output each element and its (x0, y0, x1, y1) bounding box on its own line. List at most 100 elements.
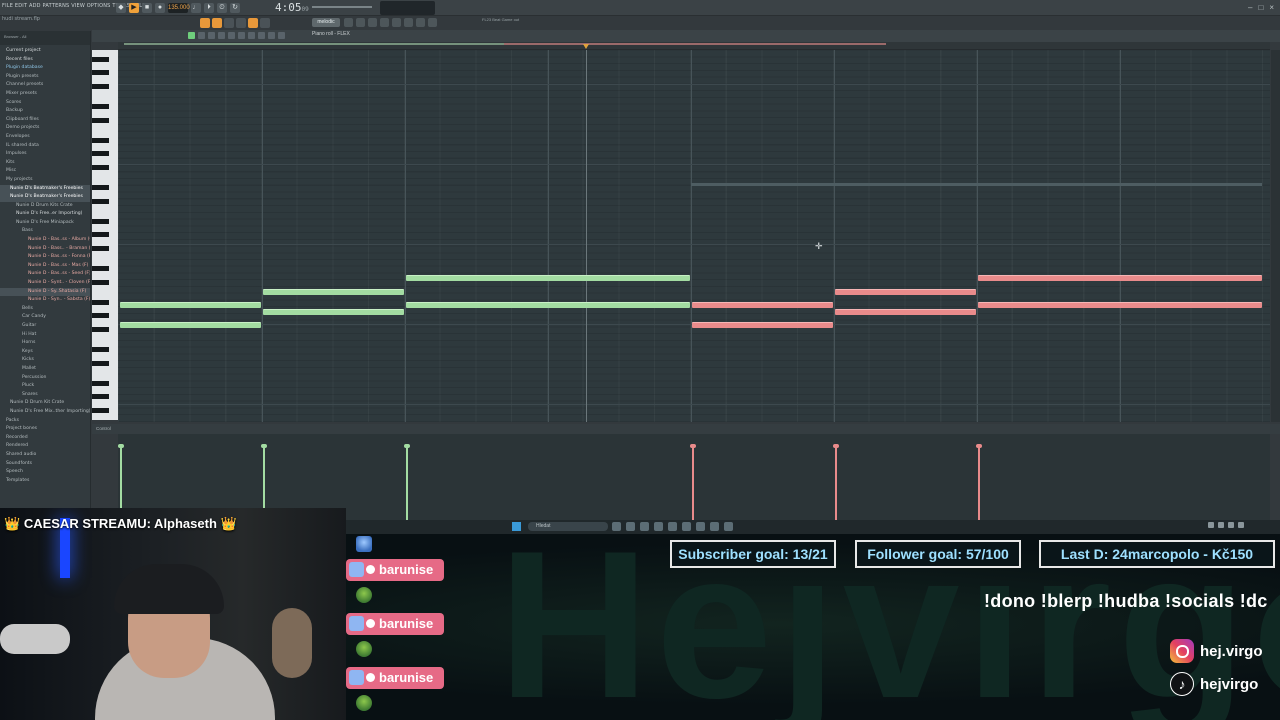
browser-item[interactable]: Misc (0, 167, 90, 176)
slice-icon[interactable] (260, 17, 270, 28)
note-green[interactable] (406, 275, 690, 281)
note-green[interactable] (120, 322, 261, 328)
browser-item[interactable]: Nunie D - Bas..ss - Seed (F) (0, 270, 90, 279)
black-key[interactable] (92, 347, 109, 352)
black-key[interactable] (92, 164, 109, 170)
note-red[interactable] (835, 309, 976, 315)
browser-item[interactable]: Nunie D - Synt.. - Cloven (F) (0, 279, 90, 288)
piano-keyboard[interactable] (92, 50, 118, 420)
browser-item[interactable]: Nunie D's Beatmaker's Freebies (0, 184, 90, 194)
delete-icon[interactable] (236, 17, 246, 28)
record-button[interactable]: ● (155, 3, 165, 13)
note-red[interactable] (692, 322, 833, 328)
note-red[interactable] (835, 289, 976, 295)
loop-record-icon[interactable]: ↻ (230, 3, 240, 13)
browser-item[interactable]: Nunie D - Syn.. - Sabsta (F) (0, 296, 90, 305)
play-button[interactable]: ▶ (129, 3, 139, 13)
browser-item[interactable]: Project bones (0, 425, 90, 434)
black-key[interactable] (92, 313, 109, 319)
black-key[interactable] (92, 137, 109, 143)
browser-item[interactable]: Nunie D's Free..er Importing) (0, 210, 90, 219)
browser-item[interactable]: Shared audio (0, 451, 90, 460)
browser-item[interactable]: Snares (0, 391, 90, 400)
mixer-icon[interactable] (380, 18, 389, 27)
browser-item[interactable]: Plugin presets (0, 73, 90, 82)
browser-item[interactable]: Horns (0, 339, 90, 348)
note-grid[interactable]: ✛ (118, 50, 1270, 422)
note-green[interactable] (263, 289, 404, 295)
browser-item[interactable]: Kits (0, 159, 90, 168)
pr-magnet-icon[interactable] (198, 32, 205, 39)
black-key[interactable] (92, 198, 109, 204)
playlist-icon[interactable] (344, 18, 353, 27)
master-volume-slider[interactable] (312, 6, 372, 8)
browser-item[interactable]: Nunie D - Sy..Shatasia (F) (0, 287, 90, 297)
close-icon[interactable]: × (1269, 3, 1274, 12)
browser-item[interactable]: Guitar (0, 322, 90, 331)
browser-item[interactable]: Nunie D - Bass.. - Braman (F) (0, 245, 90, 254)
browser-item[interactable]: Nunie D's Free Mix..ther Importing) (0, 408, 90, 417)
tempo-tapper-icon[interactable] (416, 18, 425, 27)
stop-button[interactable]: ■ (142, 3, 152, 13)
browser-item[interactable]: Demo projects (0, 124, 90, 133)
black-key[interactable] (92, 266, 109, 271)
browser-item[interactable]: Nunie D - Bas..ss - Album (C) (0, 236, 90, 245)
tempo-display[interactable]: 135.000 (168, 3, 190, 13)
maximize-icon[interactable]: □ (1258, 3, 1263, 12)
browser-item[interactable]: Car Candy (0, 313, 90, 322)
black-key[interactable] (92, 394, 109, 400)
black-key[interactable] (92, 104, 109, 109)
black-key[interactable] (92, 279, 109, 285)
piano-roll-icon[interactable] (356, 18, 365, 27)
mute-icon[interactable] (248, 17, 258, 28)
note-green[interactable] (263, 309, 404, 315)
news-ticker[interactable]: FL23 Beat Game out (482, 17, 519, 22)
pr-mute-icon[interactable] (238, 32, 245, 39)
black-key[interactable] (92, 117, 109, 123)
browser-item[interactable]: Mixer presets (0, 90, 90, 99)
pr-play-icon[interactable] (278, 32, 285, 39)
browser-item[interactable]: Rendered (0, 442, 90, 451)
browser-item[interactable]: Nunie D's Beatmaker's Freebies (0, 193, 90, 202)
browser-item[interactable]: Bells (0, 305, 90, 314)
channel-rack-icon[interactable] (368, 18, 377, 27)
black-key[interactable] (92, 380, 109, 386)
browser-item[interactable]: Keys (0, 348, 90, 357)
black-key[interactable] (92, 245, 109, 251)
browser-item[interactable]: Speech (0, 468, 90, 477)
browser-icon[interactable] (392, 18, 401, 27)
browser-item[interactable]: My projects (0, 176, 90, 185)
draw-icon[interactable] (212, 17, 222, 28)
pr-zoom-icon[interactable] (268, 32, 275, 39)
black-key[interactable] (92, 299, 109, 305)
pr-slice-icon[interactable] (248, 32, 255, 39)
minimize-icon[interactable]: – (1248, 3, 1252, 12)
note-green[interactable] (120, 302, 261, 308)
wait-icon[interactable]: ⏵ (204, 3, 214, 13)
browser-item[interactable]: Recorded (0, 434, 90, 443)
channel-selector[interactable]: melodic (312, 18, 340, 27)
browser-item[interactable]: Backup (0, 107, 90, 116)
pattern-song-toggle[interactable]: ◆ (116, 3, 126, 13)
browser-item[interactable]: Nunie D Drum Kits Crate (0, 202, 90, 211)
playhead-marker[interactable] (583, 44, 589, 49)
browser-item[interactable]: Nunie D Drum Kit Crate (0, 399, 90, 408)
pr-eraser-icon[interactable] (228, 32, 235, 39)
plugin-picker-icon[interactable] (404, 18, 413, 27)
pr-select-icon[interactable] (258, 32, 265, 39)
browser-item[interactable]: Mallet (0, 365, 90, 374)
browser-item[interactable]: Impulses (0, 150, 90, 159)
browser-item[interactable]: Clipboard files (0, 116, 90, 125)
black-key[interactable] (92, 218, 109, 224)
piano-roll-timeline[interactable] (118, 42, 1270, 50)
browser-item[interactable]: Packs (0, 417, 90, 426)
browser-item[interactable]: Current project (0, 47, 90, 56)
browser-item[interactable]: Templates (0, 477, 90, 486)
touch-keyboard-icon[interactable] (428, 18, 437, 27)
metronome-icon[interactable]: ♩ (191, 3, 201, 13)
browser-header[interactable]: Browser - All (0, 31, 90, 45)
browser-item[interactable]: Plugin database (0, 64, 90, 73)
pr-menu-icon[interactable] (188, 32, 195, 39)
browser-item[interactable]: Bass (0, 227, 90, 236)
note-green[interactable] (406, 302, 690, 308)
